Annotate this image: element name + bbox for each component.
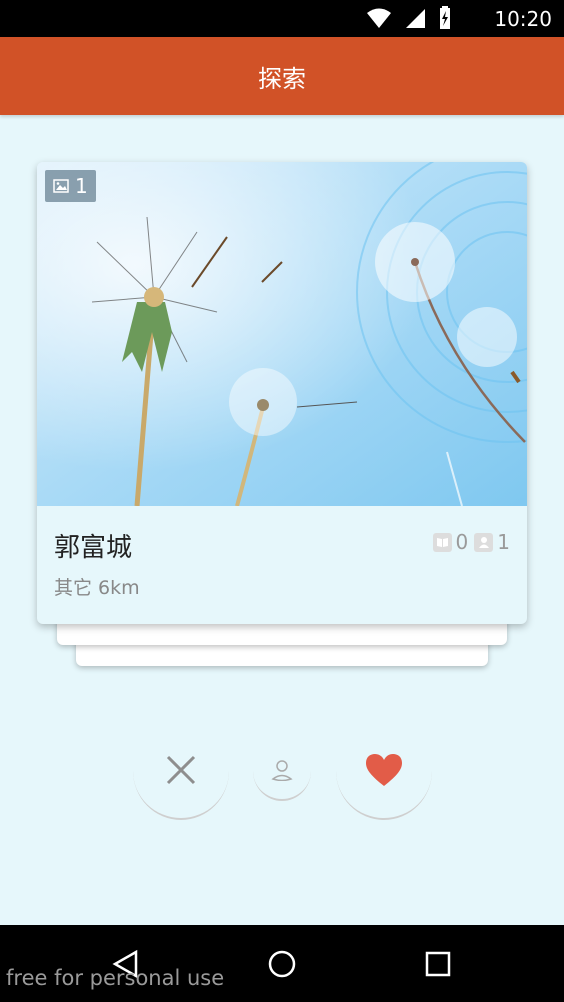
app-bar: 探索 (0, 37, 564, 115)
profile-stats: 0 1 (432, 530, 510, 554)
person-icon (271, 760, 293, 781)
photo-count: 1 (75, 174, 88, 198)
battery-charging-icon (440, 6, 450, 29)
profile-meta: 其它 6km (54, 577, 140, 599)
close-icon (166, 755, 196, 785)
profile-name: 郭富城 (54, 533, 133, 563)
home-button[interactable] (242, 925, 322, 1002)
friends-count: 1 (497, 530, 510, 554)
wifi-icon (367, 8, 391, 28)
likes-stat: 0 (432, 530, 469, 554)
image-icon (53, 179, 69, 193)
recents-button[interactable] (398, 925, 478, 1002)
recents-square-icon (425, 951, 451, 976)
status-icons (366, 6, 452, 30)
profile-card[interactable]: 1 郭富城 其它 6km 0 1 (37, 162, 527, 624)
status-bar: 10:20 (0, 0, 564, 37)
profile-button[interactable] (253, 741, 311, 801)
signal-icon (406, 9, 425, 28)
navigation-bar (0, 925, 564, 1002)
book-icon (432, 532, 452, 552)
heart-icon (366, 754, 402, 786)
photo-count-badge: 1 (45, 170, 96, 202)
profile-photo[interactable] (37, 162, 527, 506)
status-time: 10:20 (494, 7, 552, 31)
watermark-text: free for personal use (6, 966, 225, 990)
likes-count: 0 (455, 530, 469, 554)
page-title: 探索 (258, 64, 306, 93)
dislike-button[interactable] (133, 722, 229, 820)
user-icon (474, 532, 494, 552)
friends-stat: 1 (474, 530, 510, 554)
like-button[interactable] (336, 722, 432, 820)
home-circle-icon (268, 950, 296, 977)
back-button[interactable] (86, 925, 166, 1002)
